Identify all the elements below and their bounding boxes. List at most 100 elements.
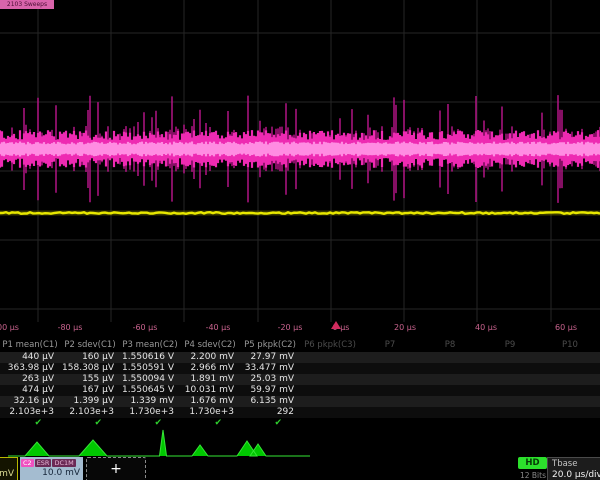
measurement-value [300, 396, 360, 407]
channel-c1-descriptor[interactable]: C1 DC1M 10.0 mV [0, 457, 18, 480]
measurement-value [420, 385, 480, 396]
hd-mode-badge[interactable]: HD [518, 457, 547, 469]
measurement-value [360, 385, 420, 396]
measurement-column-header[interactable]: P4 sdev(C2) [180, 339, 240, 352]
measurement-value: 158.308 µV [60, 363, 120, 374]
measurement-column-header[interactable]: P6 pkpk(C3) [300, 339, 360, 352]
measurement-value: 27.97 mV [240, 352, 300, 363]
measurement-value [420, 363, 480, 374]
measurement-value [360, 363, 420, 374]
measurement-value [480, 374, 540, 385]
measurement-value: 2.966 mV [180, 363, 240, 374]
measurement-value: 2.103e+3 [60, 407, 120, 418]
time-axis-label: -80 µs [58, 323, 83, 332]
measurement-value: 10.031 mV [180, 385, 240, 396]
measurement-value [480, 352, 540, 363]
measurement-value [480, 407, 540, 418]
measurement-value: 1.550591 V [120, 363, 180, 374]
measurement-value: 25.03 mV [240, 374, 300, 385]
measurement-value: 440 µV [0, 352, 60, 363]
measurement-value [420, 407, 480, 418]
c2-vertical-scale: 10.0 mV [20, 468, 83, 479]
measurement-table: P1 mean(C1)P2 sdev(C1)P3 mean(C2)P4 sdev… [0, 339, 600, 429]
measurement-value [480, 385, 540, 396]
measurement-value [300, 385, 360, 396]
timebase-scale: 20.0 µs/div [548, 469, 600, 480]
histogram-trace [0, 428, 600, 458]
time-axis-label: -60 µs [133, 323, 158, 332]
measurement-value [300, 407, 360, 418]
time-axis-label: 60 µs [555, 323, 577, 332]
c2-coupling-badge: DC1M [52, 459, 75, 467]
c2-esr-badge: ESR [35, 459, 52, 467]
measurement-value: 1.891 mV [180, 374, 240, 385]
measurement-value: 1.730e+3 [120, 407, 180, 418]
measurement-column-header[interactable]: P8 [420, 339, 480, 352]
measurement-value [480, 363, 540, 374]
time-axis-label: 40 µs [475, 323, 497, 332]
measurement-value [540, 385, 600, 396]
c1-vertical-scale: 10.0 mV [0, 469, 17, 480]
measurement-value: 6.135 mV [240, 396, 300, 407]
measurement-value: 1.550094 V [120, 374, 180, 385]
measurement-value [360, 407, 420, 418]
measurement-value [540, 396, 600, 407]
add-trace-button[interactable]: + [86, 457, 146, 480]
measurement-value: 155 µV [60, 374, 120, 385]
channel-c2-descriptor[interactable]: C2 ESR DC1M 10.0 mV [20, 457, 83, 480]
c2-channel-label: C2 [21, 459, 34, 467]
measurement-value: 160 µV [60, 352, 120, 363]
measurement-value [300, 374, 360, 385]
measurement-value [540, 374, 600, 385]
measurement-value [300, 363, 360, 374]
measurement-value [540, 363, 600, 374]
measurement-value [540, 352, 600, 363]
measurement-value: 1.676 mV [180, 396, 240, 407]
measurement-value: 1.730e+3 [180, 407, 240, 418]
measurement-value [360, 396, 420, 407]
measurement-value: 292 [240, 407, 300, 418]
measurement-value: 1.550645 V [120, 385, 180, 396]
time-axis-label: -20 µs [278, 323, 303, 332]
measurement-value [360, 352, 420, 363]
oscilloscope-screen: 2103 Sweeps -100 µs -80 µs -60 µs -40 µs -20… [0, 0, 600, 480]
trigger-position-marker[interactable] [331, 321, 341, 329]
measurement-column-header[interactable]: P7 [360, 339, 420, 352]
measurement-value [420, 396, 480, 407]
measurement-value: 59.97 mV [240, 385, 300, 396]
timebase-box[interactable]: Tbase 20.0 µs/div [547, 457, 600, 480]
measurement-value: 2.103e+3 [0, 407, 60, 418]
measurement-value: 167 µV [60, 385, 120, 396]
measurement-column-header[interactable]: P2 sdev(C1) [60, 339, 120, 352]
time-axis-label: -40 µs [206, 323, 231, 332]
timebase-title: Tbase [548, 458, 600, 469]
measurement-value: 474 µV [0, 385, 60, 396]
time-axis-label: -100 µs [0, 323, 19, 332]
time-axis: -100 µs-80 µs-60 µs-40 µs-20 µs0 µs20 µs… [0, 322, 600, 337]
persistence-badge: 2103 Sweeps [0, 0, 54, 9]
measurement-value [540, 407, 600, 418]
measurement-value: 1.339 mV [120, 396, 180, 407]
measurement-column-header[interactable]: P9 [480, 339, 540, 352]
histogram-path [8, 430, 310, 456]
measurement-column-header[interactable]: P5 pkpk(C2) [240, 339, 300, 352]
measurement-value [300, 352, 360, 363]
measurement-column-header[interactable]: P3 mean(C2) [120, 339, 180, 352]
measurement-column-header[interactable]: P1 mean(C1) [0, 339, 60, 352]
measurement-value [420, 374, 480, 385]
c1-trace [0, 212, 600, 214]
measurement-value: 1.550616 V [120, 352, 180, 363]
measurement-column-header[interactable]: P10 [540, 339, 600, 352]
c2-noise-core [0, 142, 600, 157]
time-axis-label: 20 µs [394, 323, 416, 332]
measurement-value: 2.200 mV [180, 352, 240, 363]
measurement-value [360, 374, 420, 385]
waveform-plot [0, 0, 600, 322]
measurement-value: 263 µV [0, 374, 60, 385]
measurement-value [420, 352, 480, 363]
measurement-value: 363.98 µV [0, 363, 60, 374]
measurement-value: 33.477 mV [240, 363, 300, 374]
measurement-value: 1.399 µV [60, 396, 120, 407]
measurement-value: 32.16 µV [0, 396, 60, 407]
measurement-value [480, 396, 540, 407]
